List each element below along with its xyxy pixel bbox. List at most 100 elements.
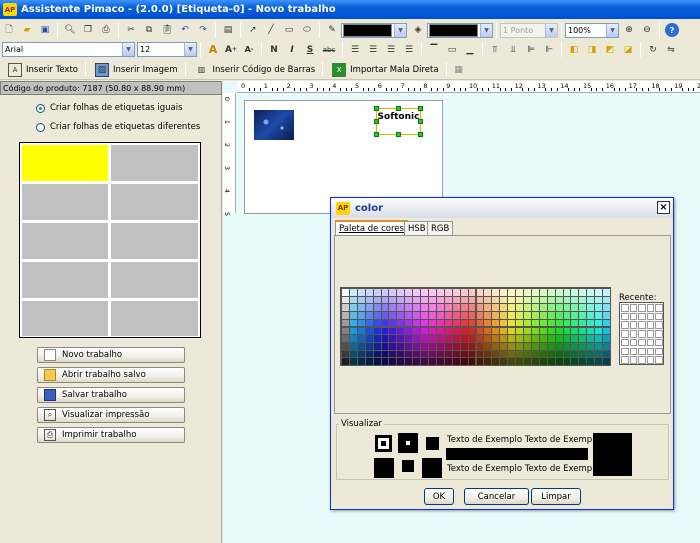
label-cell-selected[interactable] (21, 144, 109, 182)
palette-swatch[interactable] (444, 296, 452, 304)
recent-swatch[interactable] (621, 321, 629, 330)
palette-swatch[interactable] (500, 358, 508, 365)
print-preview-button[interactable]: ⌕ Visualizar impressão (37, 407, 185, 423)
copy-icon[interactable]: ⧉ (142, 23, 156, 37)
palette-swatch[interactable] (492, 327, 500, 335)
palette-swatch[interactable] (468, 342, 476, 350)
palette-swatch[interactable] (421, 312, 429, 319)
palette-swatch[interactable] (421, 319, 429, 327)
palette-swatch[interactable] (381, 342, 389, 350)
palette-swatch[interactable] (342, 312, 349, 319)
palette-swatch[interactable] (373, 358, 381, 365)
save-job-button[interactable]: Salvar trabalho (37, 387, 185, 403)
palette-swatch[interactable] (555, 327, 563, 335)
recent-swatch[interactable] (621, 347, 629, 356)
palette-swatch[interactable] (468, 304, 476, 312)
palette-swatch[interactable] (342, 296, 349, 304)
palette-swatch[interactable] (531, 350, 539, 358)
palette-swatch[interactable] (357, 327, 365, 335)
palette-swatch[interactable] (373, 312, 381, 319)
palette-swatch[interactable] (357, 289, 365, 296)
print-job-button[interactable]: ⎙ Imprimir trabalho (37, 427, 185, 443)
palette-swatch[interactable] (460, 335, 468, 342)
palette-swatch[interactable] (555, 312, 563, 319)
palette-swatch[interactable] (539, 335, 547, 342)
palette-swatch[interactable] (555, 358, 563, 365)
palette-swatch[interactable] (405, 289, 413, 296)
palette-swatch[interactable] (421, 350, 429, 358)
palette-swatch[interactable] (595, 289, 603, 296)
palette-swatch[interactable] (587, 327, 595, 335)
insert-image-button[interactable]: ▨ Inserir Imagem (93, 62, 178, 77)
palette-swatch[interactable] (365, 358, 373, 365)
palette-swatch[interactable] (429, 350, 436, 358)
recent-swatch[interactable] (655, 304, 663, 312)
resize-handle[interactable] (396, 132, 401, 137)
palette-swatch[interactable] (397, 327, 405, 335)
palette-swatch[interactable] (429, 327, 436, 335)
palette-swatch[interactable] (531, 358, 539, 365)
radio-different-labels[interactable]: Criar folhas de etiquetas diferentes (36, 122, 200, 132)
image-element[interactable] (254, 110, 294, 140)
recent-swatch[interactable] (621, 338, 629, 347)
palette-swatch[interactable] (429, 312, 436, 319)
palette-swatch[interactable] (389, 350, 397, 358)
insert-barcode-button[interactable]: ▥ Inserir Código de Barras (193, 63, 315, 77)
palette-swatch[interactable] (603, 312, 610, 319)
palette-swatch[interactable] (579, 342, 587, 350)
palette-swatch[interactable] (460, 327, 468, 335)
palette-swatch[interactable] (421, 296, 429, 304)
palette-swatch[interactable] (421, 358, 429, 365)
palette-swatch[interactable] (603, 319, 610, 327)
palette-swatch[interactable] (516, 319, 523, 327)
palette-swatch[interactable] (500, 335, 508, 342)
palette-swatch[interactable] (563, 319, 571, 327)
palette-swatch[interactable] (413, 350, 421, 358)
palette-swatch[interactable] (452, 296, 460, 304)
palette-swatch[interactable] (484, 342, 492, 350)
palette-swatch[interactable] (357, 342, 365, 350)
palette-swatch[interactable] (508, 335, 516, 342)
label-cell[interactable] (21, 261, 109, 299)
palette-swatch[interactable] (476, 304, 484, 312)
recent-swatch[interactable] (638, 356, 646, 364)
palette-swatch[interactable] (444, 289, 452, 296)
palette-swatch[interactable] (429, 289, 436, 296)
palette-swatch[interactable] (342, 342, 349, 350)
palette-swatch[interactable] (516, 350, 523, 358)
palette-swatch[interactable] (460, 304, 468, 312)
palette-swatch[interactable] (579, 304, 587, 312)
palette-swatch[interactable] (484, 319, 492, 327)
palette-swatch[interactable] (539, 327, 547, 335)
recent-swatch[interactable] (655, 347, 663, 356)
palette-swatch[interactable] (476, 350, 484, 358)
palette-swatch[interactable] (523, 304, 531, 312)
palette-swatch[interactable] (492, 358, 500, 365)
color-palette-grid[interactable] (340, 287, 611, 366)
bring-forward-icon[interactable]: ◩ (603, 43, 617, 57)
line-width-select[interactable]: 1 Ponto ▼ (500, 22, 558, 38)
palette-swatch[interactable] (571, 304, 579, 312)
palette-swatch[interactable] (563, 350, 571, 358)
palette-swatch[interactable] (349, 350, 357, 358)
palette-swatch[interactable] (436, 312, 444, 319)
recent-swatch[interactable] (638, 330, 646, 338)
recent-swatch[interactable] (629, 321, 638, 330)
line-icon[interactable]: ╱ (264, 23, 278, 37)
palette-swatch[interactable] (444, 335, 452, 342)
palette-swatch[interactable] (516, 335, 523, 342)
palette-swatch[interactable] (492, 335, 500, 342)
palette-swatch[interactable] (547, 335, 555, 342)
palette-swatch[interactable] (571, 296, 579, 304)
palette-swatch[interactable] (523, 296, 531, 304)
palette-swatch[interactable] (397, 335, 405, 342)
palette-swatch[interactable] (587, 358, 595, 365)
valign-middle-icon[interactable]: ▭ (445, 43, 459, 57)
palette-swatch[interactable] (492, 312, 500, 319)
palette-swatch[interactable] (476, 335, 484, 342)
palette-swatch[interactable] (587, 304, 595, 312)
recent-swatch[interactable] (629, 304, 638, 312)
palette-swatch[interactable] (523, 342, 531, 350)
label-cell[interactable] (21, 183, 109, 221)
palette-swatch[interactable] (349, 327, 357, 335)
